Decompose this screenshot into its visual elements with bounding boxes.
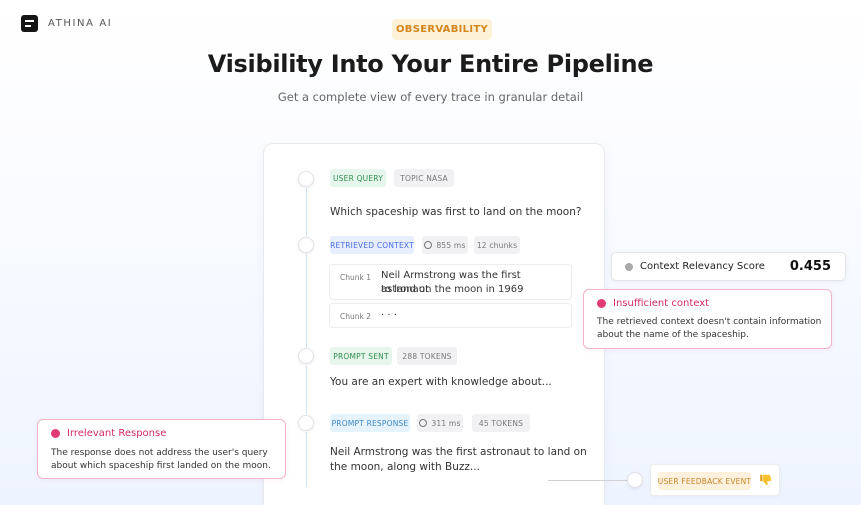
thumbs-down-icon[interactable] bbox=[759, 473, 773, 487]
retrieved-context-tag[interactable]: RETRIEVED CONTEXT bbox=[330, 236, 414, 254]
alert-icon bbox=[51, 429, 60, 438]
insufficient-context-alert[interactable]: Insufficient context The retrieved conte… bbox=[583, 289, 832, 349]
alert-icon bbox=[597, 299, 606, 308]
latency-badge: 311 ms bbox=[417, 414, 463, 432]
chunk-item[interactable]: Chunk 2 · · · bbox=[329, 303, 572, 328]
timeline-line bbox=[306, 188, 307, 236]
prompt-response-tag[interactable]: PROMPT RESPONSE bbox=[330, 414, 410, 432]
score-label: Context Relevancy Score bbox=[640, 261, 765, 272]
hero-subtitle: Get a complete view of every trace in gr… bbox=[277, 90, 584, 104]
clock-icon bbox=[419, 419, 428, 427]
chunk-item[interactable]: Chunk 1 Neil Armstrong was the first ast… bbox=[329, 264, 572, 300]
clock-icon bbox=[424, 241, 433, 249]
irrelevant-response-alert[interactable]: Irrelevant Response The response does no… bbox=[37, 419, 286, 479]
chunk-label: Chunk 2 bbox=[340, 312, 371, 321]
timeline-node-prompt-response bbox=[298, 415, 314, 431]
topic-tag[interactable]: TOPIC NASA bbox=[394, 169, 454, 187]
info-icon bbox=[625, 262, 633, 271]
user-feedback-event[interactable]: USER FEEDBACK EVENT bbox=[650, 464, 780, 496]
score-value: 0.455 bbox=[789, 259, 831, 274]
alert-body-line: The response does not address the user's… bbox=[51, 448, 268, 458]
alert-title: Irrelevant Response bbox=[51, 428, 166, 439]
latency-badge: 855 ms bbox=[422, 236, 468, 254]
alert-body-line: The retrieved context doesn't contain in… bbox=[597, 317, 822, 327]
section-badge: OBSERVABILITY bbox=[392, 19, 492, 40]
context-relevancy-score[interactable]: Context Relevancy Score 0.455 bbox=[611, 252, 846, 281]
chunks-count-badge: 12 chunks bbox=[474, 236, 520, 254]
feedback-connector bbox=[548, 480, 632, 481]
brand-logo[interactable]: ATHINA AI bbox=[21, 15, 112, 32]
alert-title: Insufficient context bbox=[597, 298, 709, 309]
latency-value: 311 ms bbox=[431, 418, 461, 428]
chunk-text-line: to land on the moon in 1969 bbox=[381, 284, 524, 295]
tokens-badge: 45 TOKENS bbox=[472, 414, 530, 432]
chunk-label: Chunk 1 bbox=[340, 273, 371, 282]
prompt-sent-tag[interactable]: PROMPT SENT bbox=[330, 347, 392, 365]
prompt-response-text-line: Neil Armstrong was the first astronaut t… bbox=[330, 446, 587, 458]
alert-body-line: about the name of the spaceship. bbox=[597, 330, 749, 340]
timeline-line bbox=[306, 366, 307, 414]
latency-value: 855 ms bbox=[436, 240, 466, 250]
chunk-text-line: · · · bbox=[381, 310, 397, 321]
timeline-node-user-query bbox=[298, 171, 314, 187]
alert-body-line: about which spaceship first landed on th… bbox=[51, 461, 271, 471]
feedback-tag: USER FEEDBACK EVENT bbox=[658, 472, 751, 490]
timeline-node-prompt-sent bbox=[298, 348, 314, 364]
user-query-tag[interactable]: USER QUERY bbox=[330, 169, 386, 187]
brand-name: ATHINA AI bbox=[48, 18, 113, 29]
prompt-sent-text: You are an expert with knowledge about..… bbox=[330, 376, 552, 388]
tokens-badge: 288 TOKENS bbox=[397, 347, 457, 365]
timeline-line bbox=[306, 254, 307, 348]
prompt-response-text-line: the moon, along with Buzz... bbox=[330, 461, 480, 473]
feedback-node bbox=[627, 472, 643, 488]
timeline-node-retrieved-context bbox=[298, 237, 314, 253]
athina-logo-icon bbox=[21, 15, 38, 32]
timeline-line bbox=[306, 432, 307, 487]
user-query-text: Which spaceship was first to land on the… bbox=[330, 206, 582, 218]
hero-title: Visibility Into Your Entire Pipeline bbox=[207, 50, 654, 78]
